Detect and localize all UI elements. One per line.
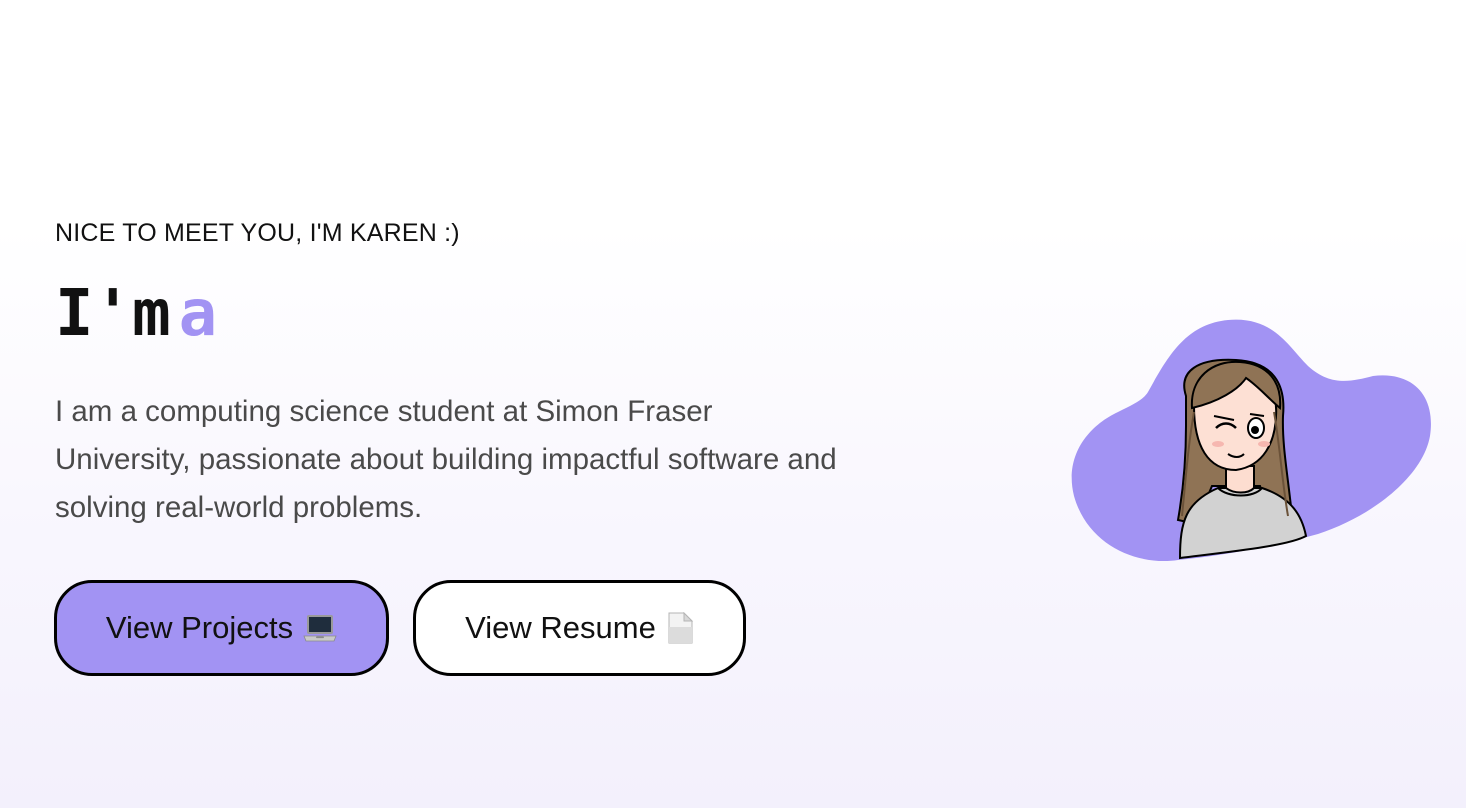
document-icon	[666, 612, 694, 644]
laptop-icon	[303, 613, 337, 643]
view-resume-button[interactable]: View Resume	[413, 580, 746, 676]
greeting-text: NICE TO MEET YOU, I'M KAREN :)	[55, 219, 460, 247]
view-projects-button[interactable]: View Projects	[54, 580, 389, 676]
bio-text: I am a computing science student at Simo…	[55, 395, 837, 524]
view-resume-label: View Resume	[465, 610, 656, 645]
view-projects-label: View Projects	[105, 610, 294, 645]
hero-section: NICE TO MEET YOU, I'M KAREN :) I'm a I am…	[0, 0, 1466, 808]
headline-prefix: I'm	[55, 277, 171, 351]
avatar-illustration	[1068, 316, 1438, 568]
headline: I'm a	[55, 278, 217, 350]
headline-typed-word: a	[178, 277, 218, 351]
